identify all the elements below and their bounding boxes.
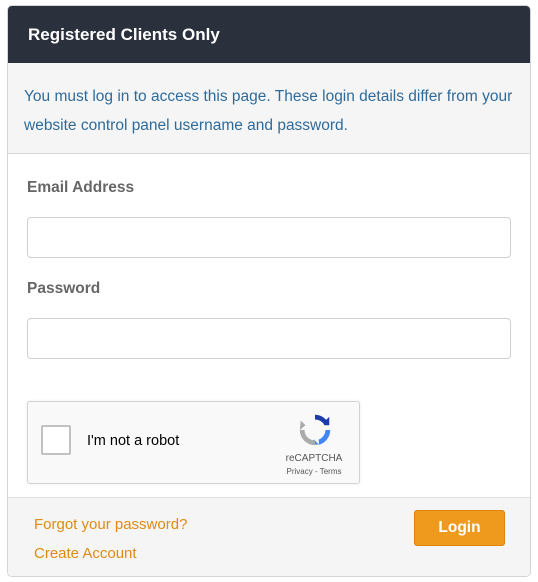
recaptcha-checkbox[interactable] (41, 425, 71, 455)
password-label: Password (27, 280, 101, 297)
panel-footer: Forgot your password? Create Account Log… (8, 497, 530, 576)
recaptcha-brand: reCAPTCHA (285, 453, 343, 464)
password-field[interactable] (27, 318, 511, 359)
recaptcha-widget: I'm not a robot reCAPTCHA Privacy - Term… (27, 401, 360, 484)
panel-header: Registered Clients Only (8, 6, 530, 63)
login-form: Email Address Password (8, 179, 530, 359)
forgot-password-link[interactable]: Forgot your password? (34, 516, 187, 533)
panel-title: Registered Clients Only (28, 24, 220, 44)
login-button[interactable]: Login (414, 510, 505, 546)
login-notice: You must log in to access this page. The… (8, 63, 530, 154)
recaptcha-logo-icon (299, 414, 331, 446)
recaptcha-links[interactable]: Privacy - Terms (264, 467, 364, 476)
email-field[interactable] (27, 217, 511, 258)
create-account-link[interactable]: Create Account (34, 545, 137, 562)
notice-text: You must log in to access this page. The… (24, 88, 513, 134)
email-label: Email Address (27, 179, 135, 196)
login-panel: Registered Clients Only You must log in … (7, 5, 531, 577)
recaptcha-checkbox-label: I'm not a robot (87, 433, 180, 449)
